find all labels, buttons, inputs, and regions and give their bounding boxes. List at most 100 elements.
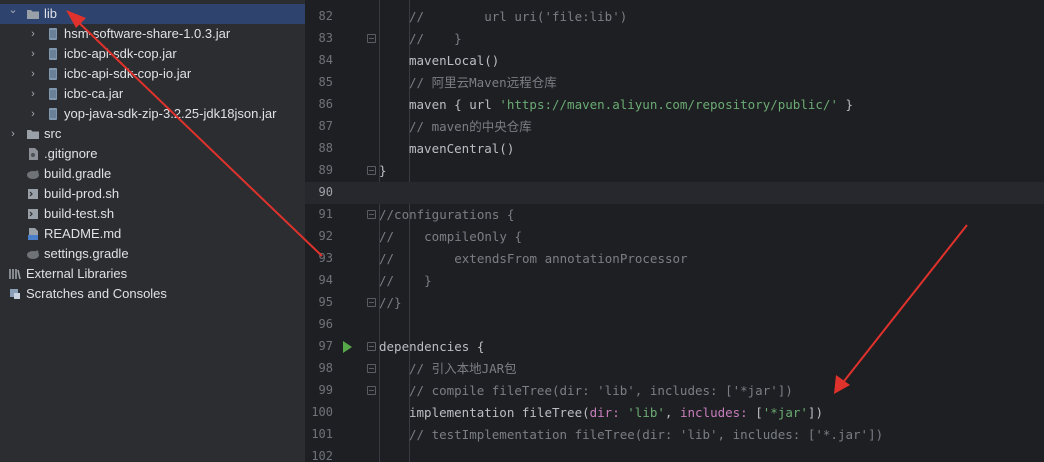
scratches-icon xyxy=(8,287,22,301)
tree-item[interactable]: › yop-java-sdk-zip-3.2.25-jdk18json.jar xyxy=(0,104,305,124)
tree-item-label: icbc-api-sdk-cop-io.jar xyxy=(64,66,192,81)
code-token: mavenCentral() xyxy=(409,141,515,156)
code-text: maven { url 'https://maven.aliyun.com/re… xyxy=(409,97,853,113)
code-text: // extendsFrom annotationProcessor xyxy=(379,251,688,267)
code-line[interactable]: 92 // compileOnly { xyxy=(305,226,1044,248)
tree-item[interactable]: › icbc-api-sdk-cop-io.jar xyxy=(0,64,305,84)
tree-item[interactable]: External Libraries xyxy=(0,264,305,284)
code-token: [ xyxy=(755,405,763,420)
code-line[interactable]: 96 xyxy=(305,314,1044,336)
chevron-right-icon[interactable]: › xyxy=(28,88,38,100)
code-line[interactable]: 98 // 引入本地JAR包 xyxy=(305,358,1044,380)
tree-item[interactable]: build-prod.sh xyxy=(0,184,305,204)
fold-marker-icon[interactable] xyxy=(367,210,376,219)
line-number: 82 xyxy=(318,9,333,23)
code-token: //configurations { xyxy=(379,207,515,222)
chevron-right-icon[interactable]: › xyxy=(28,68,38,80)
code-line[interactable]: 85 // 阿里云Maven远程仓库 xyxy=(305,72,1044,94)
code-token: dependencies { xyxy=(379,339,485,354)
code-text: mavenCentral() xyxy=(409,141,514,157)
code-line[interactable]: 86 maven { url 'https://maven.aliyun.com/… xyxy=(305,94,1044,116)
code-text: // compile fileTree(dir: 'lib', includes… xyxy=(409,383,793,399)
line-number: 87 xyxy=(318,119,333,133)
tree-item[interactable]: › icbc-ca.jar xyxy=(0,84,305,104)
jar-icon xyxy=(46,47,60,61)
fold-marker-icon[interactable] xyxy=(367,298,376,307)
tree-item[interactable]: ⌄ lib xyxy=(0,4,305,24)
fold-marker-icon[interactable] xyxy=(367,364,376,373)
line-number: 86 xyxy=(318,97,333,111)
code-line[interactable]: 94 // } xyxy=(305,270,1044,292)
tree-item-label: README.md xyxy=(44,226,122,241)
code-editor[interactable]: 82 // url uri('file:lib') 83 // } 84 mavenLoc… xyxy=(305,0,1044,462)
code-text: mavenLocal() xyxy=(409,53,499,69)
tree-item[interactable]: README.md xyxy=(0,224,305,244)
code-text: //} xyxy=(379,295,402,311)
line-number: 97 xyxy=(318,339,333,353)
tree-item[interactable]: › hsm-software-share-1.0.3.jar xyxy=(0,24,305,44)
tree-item[interactable]: build-test.sh xyxy=(0,204,305,224)
chevron-right-icon[interactable]: › xyxy=(28,28,38,40)
code-line[interactable]: 90 xyxy=(305,182,1044,204)
code-token: // testImplementation fileTree(dir: 'lib… xyxy=(409,427,884,442)
line-number: 94 xyxy=(318,273,333,287)
line-number: 83 xyxy=(318,31,333,45)
code-line[interactable]: 83 // } xyxy=(305,28,1044,50)
chevron-right-icon[interactable]: › xyxy=(28,48,38,60)
tree-item-label: yop-java-sdk-zip-3.2.25-jdk18json.jar xyxy=(64,106,277,121)
code-token: ]) xyxy=(807,405,823,420)
tree-item[interactable]: build.gradle xyxy=(0,164,305,184)
code-line[interactable]: 97 dependencies { xyxy=(305,336,1044,358)
chevron-right-icon[interactable]: › xyxy=(8,128,18,140)
tree-item[interactable]: Scratches and Consoles xyxy=(0,284,305,304)
code-line[interactable]: 82 // url uri('file:lib') xyxy=(305,6,1044,28)
code-line[interactable]: 102 xyxy=(305,446,1044,462)
jar-icon xyxy=(46,27,60,41)
folder-icon xyxy=(26,127,40,141)
code-token: 'https://maven.aliyun.com/repository/pub… xyxy=(499,97,838,112)
run-gutter-icon[interactable] xyxy=(343,341,352,353)
code-text: implementation fileTree(dir: 'lib', incl… xyxy=(409,405,823,421)
tree-item-label: src xyxy=(44,126,62,141)
tree-item[interactable]: › icbc-api-sdk-cop.jar xyxy=(0,44,305,64)
line-number: 101 xyxy=(311,427,333,441)
code-line[interactable]: 87 // maven的中央仓库 xyxy=(305,116,1044,138)
code-token: maven { url xyxy=(409,97,500,112)
code-text: // maven的中央仓库 xyxy=(409,119,532,135)
code-line[interactable]: 101 // testImplementation fileTree(dir: '… xyxy=(305,424,1044,446)
fold-marker-icon[interactable] xyxy=(367,166,376,175)
code-token: // compileOnly { xyxy=(379,229,522,244)
chevron-right-icon[interactable]: › xyxy=(28,108,38,120)
fold-marker-icon[interactable] xyxy=(367,34,376,43)
line-number: 102 xyxy=(311,449,333,462)
code-line[interactable]: 88 mavenCentral() xyxy=(305,138,1044,160)
gitignore-file-icon xyxy=(26,147,40,161)
code-token: dir: xyxy=(589,405,628,420)
code-line[interactable]: 99 // compile fileTree(dir: 'lib', includ… xyxy=(305,380,1044,402)
code-token: implementation fileTree( xyxy=(409,405,590,420)
libraries-icon xyxy=(8,267,22,281)
tree-item[interactable]: settings.gradle xyxy=(0,244,305,264)
fold-marker-icon[interactable] xyxy=(367,342,376,351)
jar-icon xyxy=(46,87,60,101)
code-token: // compile fileTree(dir: 'lib', includes… xyxy=(409,383,793,398)
code-line[interactable]: 100 implementation fileTree(dir: 'lib', i… xyxy=(305,402,1044,424)
tree-item[interactable]: › src xyxy=(0,124,305,144)
tree-item[interactable]: .gitignore xyxy=(0,144,305,164)
jar-icon xyxy=(46,107,60,121)
chevron-down-icon[interactable]: ⌄ xyxy=(8,4,18,16)
code-text: } xyxy=(379,163,387,179)
code-token: , xyxy=(664,405,680,420)
code-line[interactable]: 91 //configurations { xyxy=(305,204,1044,226)
folder-icon xyxy=(26,7,40,21)
code-text: // testImplementation fileTree(dir: 'lib… xyxy=(409,427,883,443)
shell-script-icon xyxy=(26,187,40,201)
code-token: '*jar' xyxy=(762,405,808,420)
code-line[interactable]: 93 // extendsFrom annotationProcessor xyxy=(305,248,1044,270)
fold-marker-icon[interactable] xyxy=(367,386,376,395)
code-line[interactable]: 89} xyxy=(305,160,1044,182)
line-number: 90 xyxy=(318,185,333,199)
code-line[interactable]: 84 mavenLocal() xyxy=(305,50,1044,72)
code-line[interactable]: 95 //} xyxy=(305,292,1044,314)
line-number: 92 xyxy=(318,229,333,243)
